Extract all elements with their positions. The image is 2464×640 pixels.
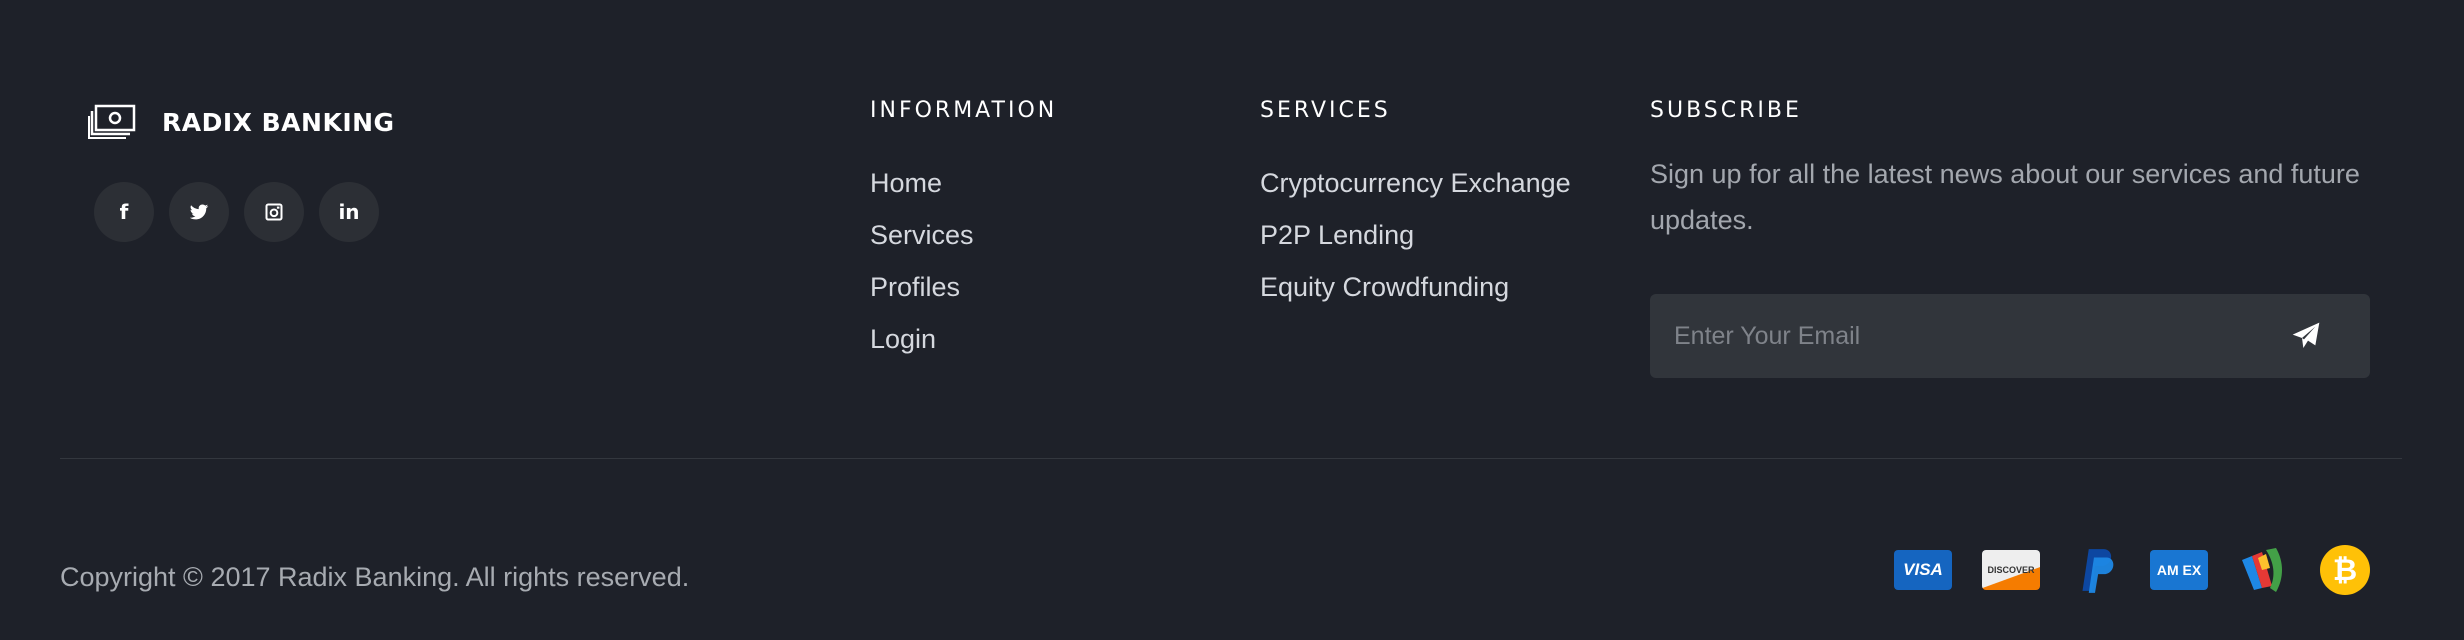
amex-icon: AM EX [2150, 550, 2208, 590]
link-p2p-lending[interactable]: P2P Lending [1260, 209, 1571, 261]
brand[interactable]: RADIX BANKING [88, 102, 395, 142]
send-button[interactable] [2266, 294, 2346, 378]
bitcoin-icon: ₿ [2320, 545, 2370, 595]
subscribe-column: SUBSCRIBE Sign up for all the latest new… [1650, 98, 2370, 243]
linkedin-link[interactable]: in [319, 182, 379, 242]
instagram-icon [265, 203, 283, 221]
facebook-icon: f [119, 200, 129, 224]
instagram-link[interactable] [244, 182, 304, 242]
link-cryptocurrency-exchange[interactable]: Cryptocurrency Exchange [1260, 157, 1571, 209]
information-column: INFORMATION Home Services Profiles Login [870, 98, 1057, 365]
subscribe-form [1650, 294, 2370, 378]
subscribe-title: SUBSCRIBE [1650, 98, 1802, 123]
services-column: SERVICES Cryptocurrency Exchange P2P Len… [1260, 98, 1571, 313]
link-profiles[interactable]: Profiles [870, 261, 1057, 313]
email-input[interactable] [1650, 294, 2266, 378]
paypal-icon [2070, 545, 2120, 595]
visa-icon: VISA [1894, 550, 1952, 590]
linkedin-icon: in [338, 200, 360, 224]
link-services[interactable]: Services [870, 209, 1057, 261]
link-login[interactable]: Login [870, 313, 1057, 365]
information-title: INFORMATION [870, 98, 1058, 123]
discover-icon: DISCOVER [1982, 550, 2040, 590]
copyright-text: Copyright © 2017 Radix Banking. All righ… [60, 562, 690, 592]
brand-name: RADIX BANKING [162, 107, 395, 137]
footer-divider [60, 458, 2402, 459]
payment-methods: VISA DISCOVER AM EX ₿ [1894, 544, 2370, 596]
money-icon [88, 104, 136, 139]
paper-plane-icon [2292, 322, 2320, 348]
subscribe-text: Sign up for all the latest news about ou… [1650, 159, 2360, 235]
services-title: SERVICES [1260, 98, 1391, 123]
link-equity-crowdfunding[interactable]: Equity Crowdfunding [1260, 261, 1571, 313]
google-wallet-icon [2238, 544, 2290, 596]
twitter-link[interactable] [169, 182, 229, 242]
twitter-icon [189, 204, 209, 220]
facebook-link[interactable]: f [94, 182, 154, 242]
link-home[interactable]: Home [870, 157, 1057, 209]
social-links: f in [94, 182, 379, 242]
